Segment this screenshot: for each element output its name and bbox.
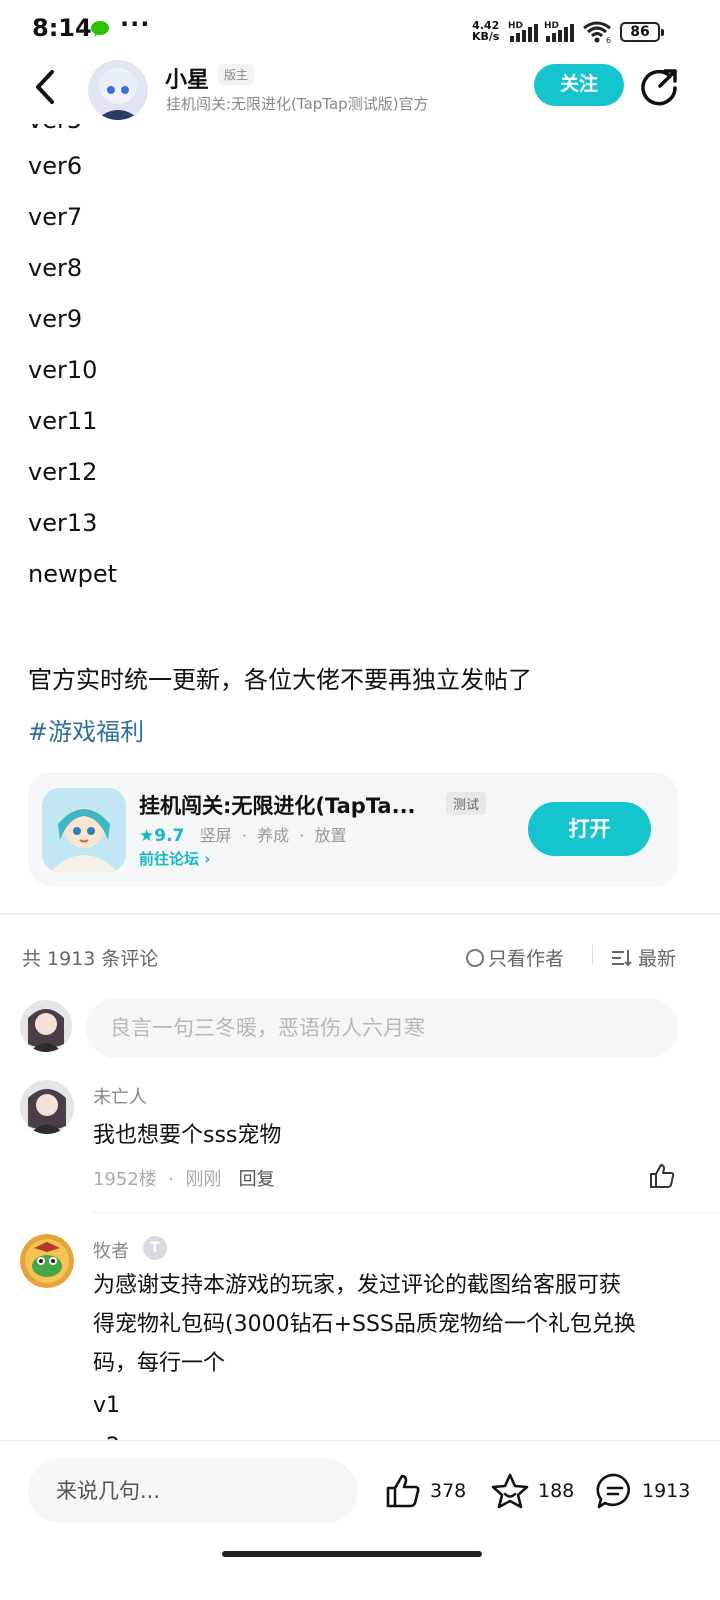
commenter-name[interactable]: 未亡人	[93, 1083, 147, 1109]
divider	[592, 945, 593, 965]
comment-bubble-icon	[596, 1473, 630, 1509]
like-icon[interactable]	[648, 1162, 676, 1194]
comment-button[interactable]: 1913	[596, 1471, 690, 1511]
post-content: ver5 ver6 ver7 ver8 ver9 ver10 ver11 ver…	[28, 110, 692, 600]
status-bar: 8:14 ··· 4.42 KB/s HD HD 6 86	[0, 0, 720, 60]
share-button[interactable]	[640, 66, 680, 106]
like-button[interactable]: 378	[384, 1471, 466, 1511]
rating-value: 9.7	[154, 826, 185, 846]
signal-icon: HD	[508, 20, 542, 48]
only-author-label: 只看作者	[488, 948, 565, 970]
chevron-right-icon: ›	[204, 850, 211, 868]
genre-tag: 放置	[314, 826, 347, 845]
chevron-left-icon	[36, 70, 54, 104]
floor-number: 1952楼	[93, 1169, 157, 1190]
radio-circle-icon	[466, 949, 484, 967]
wechat-icon	[90, 20, 110, 42]
post-line: ver6	[28, 152, 83, 180]
post-line: newpet	[28, 560, 118, 588]
dot-separator: ·	[294, 826, 315, 845]
comment-input[interactable]: 良言一句三冬暖，恶语伤人六月寒	[86, 998, 678, 1058]
comment-time: 刚刚	[185, 1169, 222, 1190]
back-button[interactable]	[30, 66, 62, 108]
favorite-count: 188	[538, 1480, 575, 1502]
comment-text-line: v1	[93, 1393, 121, 1418]
comment-text: 我也想要个sss宠物	[93, 1123, 282, 1148]
test-tag: 测试	[446, 792, 487, 815]
author-name[interactable]: 小星	[165, 62, 209, 94]
dot-separator: ·	[162, 1169, 186, 1190]
follow-button[interactable]: 关注	[534, 64, 624, 106]
game-meta: ★9.7 竖屏 · 养成 · 放置	[139, 822, 347, 846]
game-icon	[42, 788, 126, 872]
commenter-avatar[interactable]	[20, 1234, 74, 1288]
post-notice: 官方实时统一更新，各位大佬不要再独立发帖了	[28, 666, 532, 694]
post-line: ver7	[28, 203, 83, 231]
commenter-avatar[interactable]	[20, 1080, 74, 1134]
genre-tag: 竖屏	[199, 826, 232, 845]
moderator-badge: 版主	[218, 64, 255, 85]
game-title[interactable]: 挂机闯关:无限进化(TapTa...	[139, 790, 416, 820]
hashtag-link[interactable]: #游戏福利	[28, 712, 144, 747]
network-speed: 4.42 KB/s	[472, 20, 499, 42]
divider	[0, 913, 720, 915]
home-indicator[interactable]	[222, 1551, 482, 1557]
network-speed-unit: KB/s	[472, 30, 500, 43]
sort-icon	[612, 950, 632, 967]
sort-label: 最新	[638, 948, 677, 970]
commenter-name[interactable]: 牧者	[93, 1237, 129, 1263]
post-line: ver9	[28, 305, 83, 333]
game-card[interactable]: 挂机闯关:无限进化(TapTa... 测试 ★9.7 竖屏 · 养成 · 放置 …	[28, 772, 678, 886]
signal-icon-2: HD	[544, 20, 578, 48]
star-icon: ★	[139, 826, 155, 846]
comment-meta: 1952楼 · 刚刚 回复	[93, 1165, 275, 1191]
post-line: ver10	[28, 356, 98, 384]
star-outline-icon	[491, 1473, 529, 1509]
like-count: 378	[430, 1480, 467, 1502]
genre-tag: 养成	[257, 826, 290, 845]
post-line: ver13	[28, 509, 98, 537]
dot-separator: ·	[236, 826, 258, 845]
reply-button[interactable]: 回复	[239, 1169, 275, 1190]
sort-button[interactable]: 最新	[612, 944, 676, 971]
svg-text:HD: HD	[508, 21, 523, 31]
status-time: 8:14	[32, 14, 92, 42]
bottom-action-bar: 来说几句... 378 188 1913	[0, 1440, 720, 1600]
favorite-button[interactable]: 188	[490, 1471, 574, 1511]
comment-count: 共 1913 条评论	[22, 948, 159, 970]
comment-text-line: 为感谢支持本游戏的玩家，发过评论的截图给客服可获	[93, 1273, 622, 1298]
forum-link-label: 前往论坛	[139, 850, 200, 868]
svg-text:6: 6	[606, 36, 611, 44]
share-icon	[641, 69, 677, 106]
post-line: ver12	[28, 458, 98, 486]
open-game-button[interactable]: 打开	[528, 802, 651, 856]
wifi-icon: 6	[582, 20, 614, 48]
only-author-toggle[interactable]: 只看作者	[466, 944, 564, 971]
comment-text-line: 得宠物礼包码(3000钻石+SSS品质宠物给一个礼包兑换	[93, 1312, 636, 1337]
post-line: ver8	[28, 254, 83, 282]
reply-input[interactable]: 来说几句...	[28, 1459, 358, 1523]
svg-text:HD: HD	[544, 21, 559, 31]
comment-text-line: 码，每行一个	[93, 1351, 226, 1376]
my-avatar	[20, 1000, 72, 1052]
level-badge: T	[143, 1236, 167, 1260]
comment-count-bottom: 1913	[642, 1480, 691, 1502]
more-notifications-icon: ···	[120, 10, 151, 38]
divider	[92, 1212, 720, 1213]
rating: ★9.7	[139, 826, 184, 846]
forum-link[interactable]: 前往论坛 ›	[139, 848, 210, 869]
thumbs-up-icon	[386, 1474, 420, 1508]
post-line: ver11	[28, 407, 98, 435]
battery-indicator: 86	[620, 22, 664, 42]
